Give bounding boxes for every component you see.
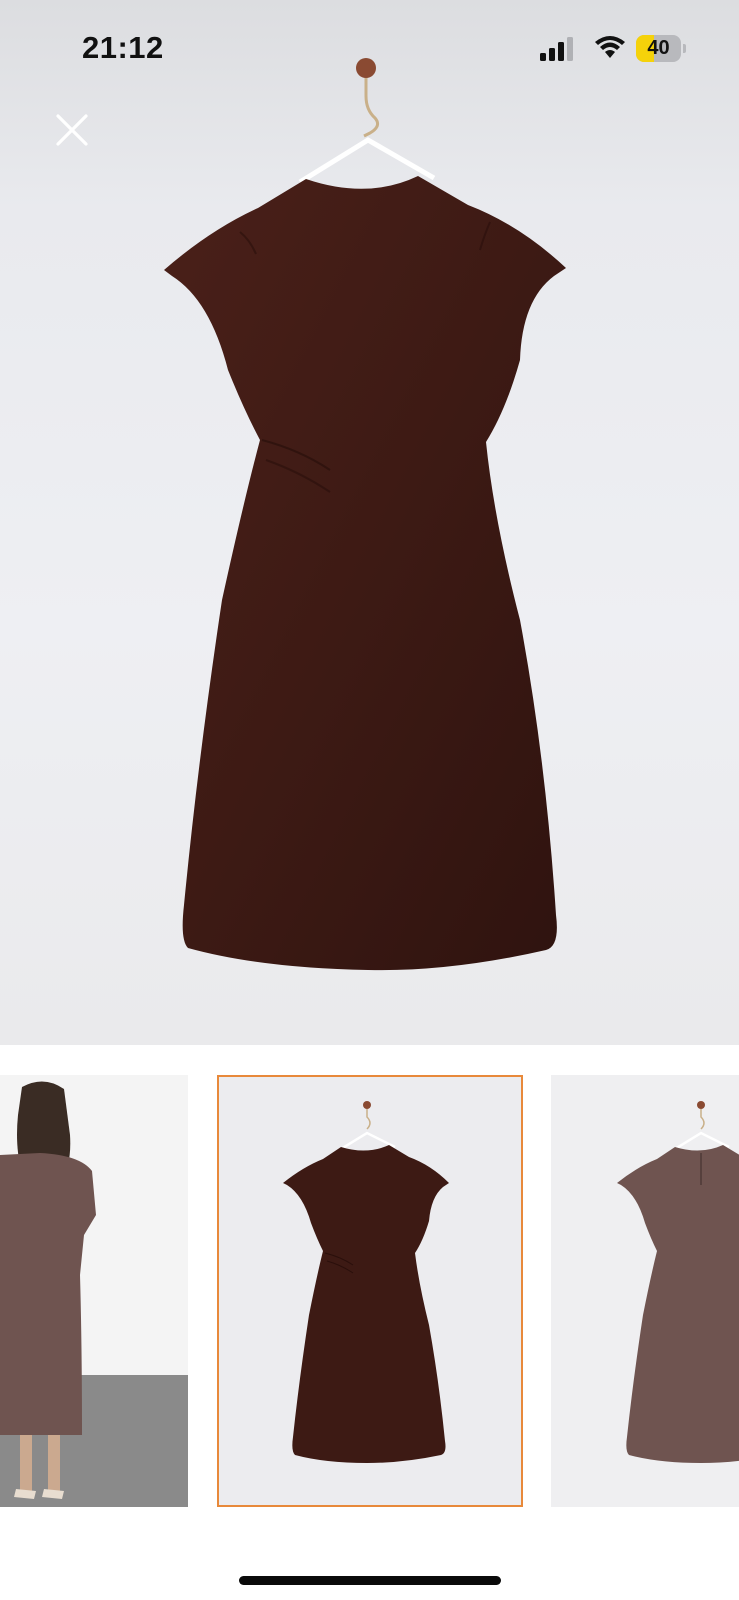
main-product-image[interactable] bbox=[0, 0, 739, 1045]
battery-body: 40 bbox=[636, 35, 681, 62]
battery-level: 40 bbox=[647, 37, 670, 59]
home-indicator[interactable] bbox=[239, 1576, 501, 1585]
model-back-image bbox=[0, 1075, 188, 1507]
battery-indicator: 40 bbox=[636, 35, 688, 62]
battery-cap bbox=[683, 44, 686, 53]
product-image-viewer: 21:12 40 bbox=[0, 0, 739, 1600]
thumbnail-dress-back[interactable] bbox=[551, 1075, 739, 1507]
status-bar: 21:12 40 bbox=[0, 0, 739, 100]
dress-back-thumb-image bbox=[617, 1101, 739, 1463]
thumbnail-strip bbox=[0, 1075, 739, 1507]
dress-shape bbox=[164, 176, 566, 971]
cellular-signal-icon bbox=[540, 37, 573, 61]
thumbnail-dress-front[interactable] bbox=[217, 1075, 523, 1507]
hanger-bar bbox=[298, 137, 436, 185]
status-time: 21:12 bbox=[82, 30, 164, 65]
wifi-icon bbox=[595, 36, 625, 58]
dress-front-thumb-image bbox=[283, 1101, 449, 1463]
close-button[interactable] bbox=[52, 110, 92, 150]
close-icon bbox=[56, 114, 88, 146]
dress-illustration bbox=[164, 58, 566, 971]
thumbnail-model-back[interactable] bbox=[0, 1075, 188, 1507]
